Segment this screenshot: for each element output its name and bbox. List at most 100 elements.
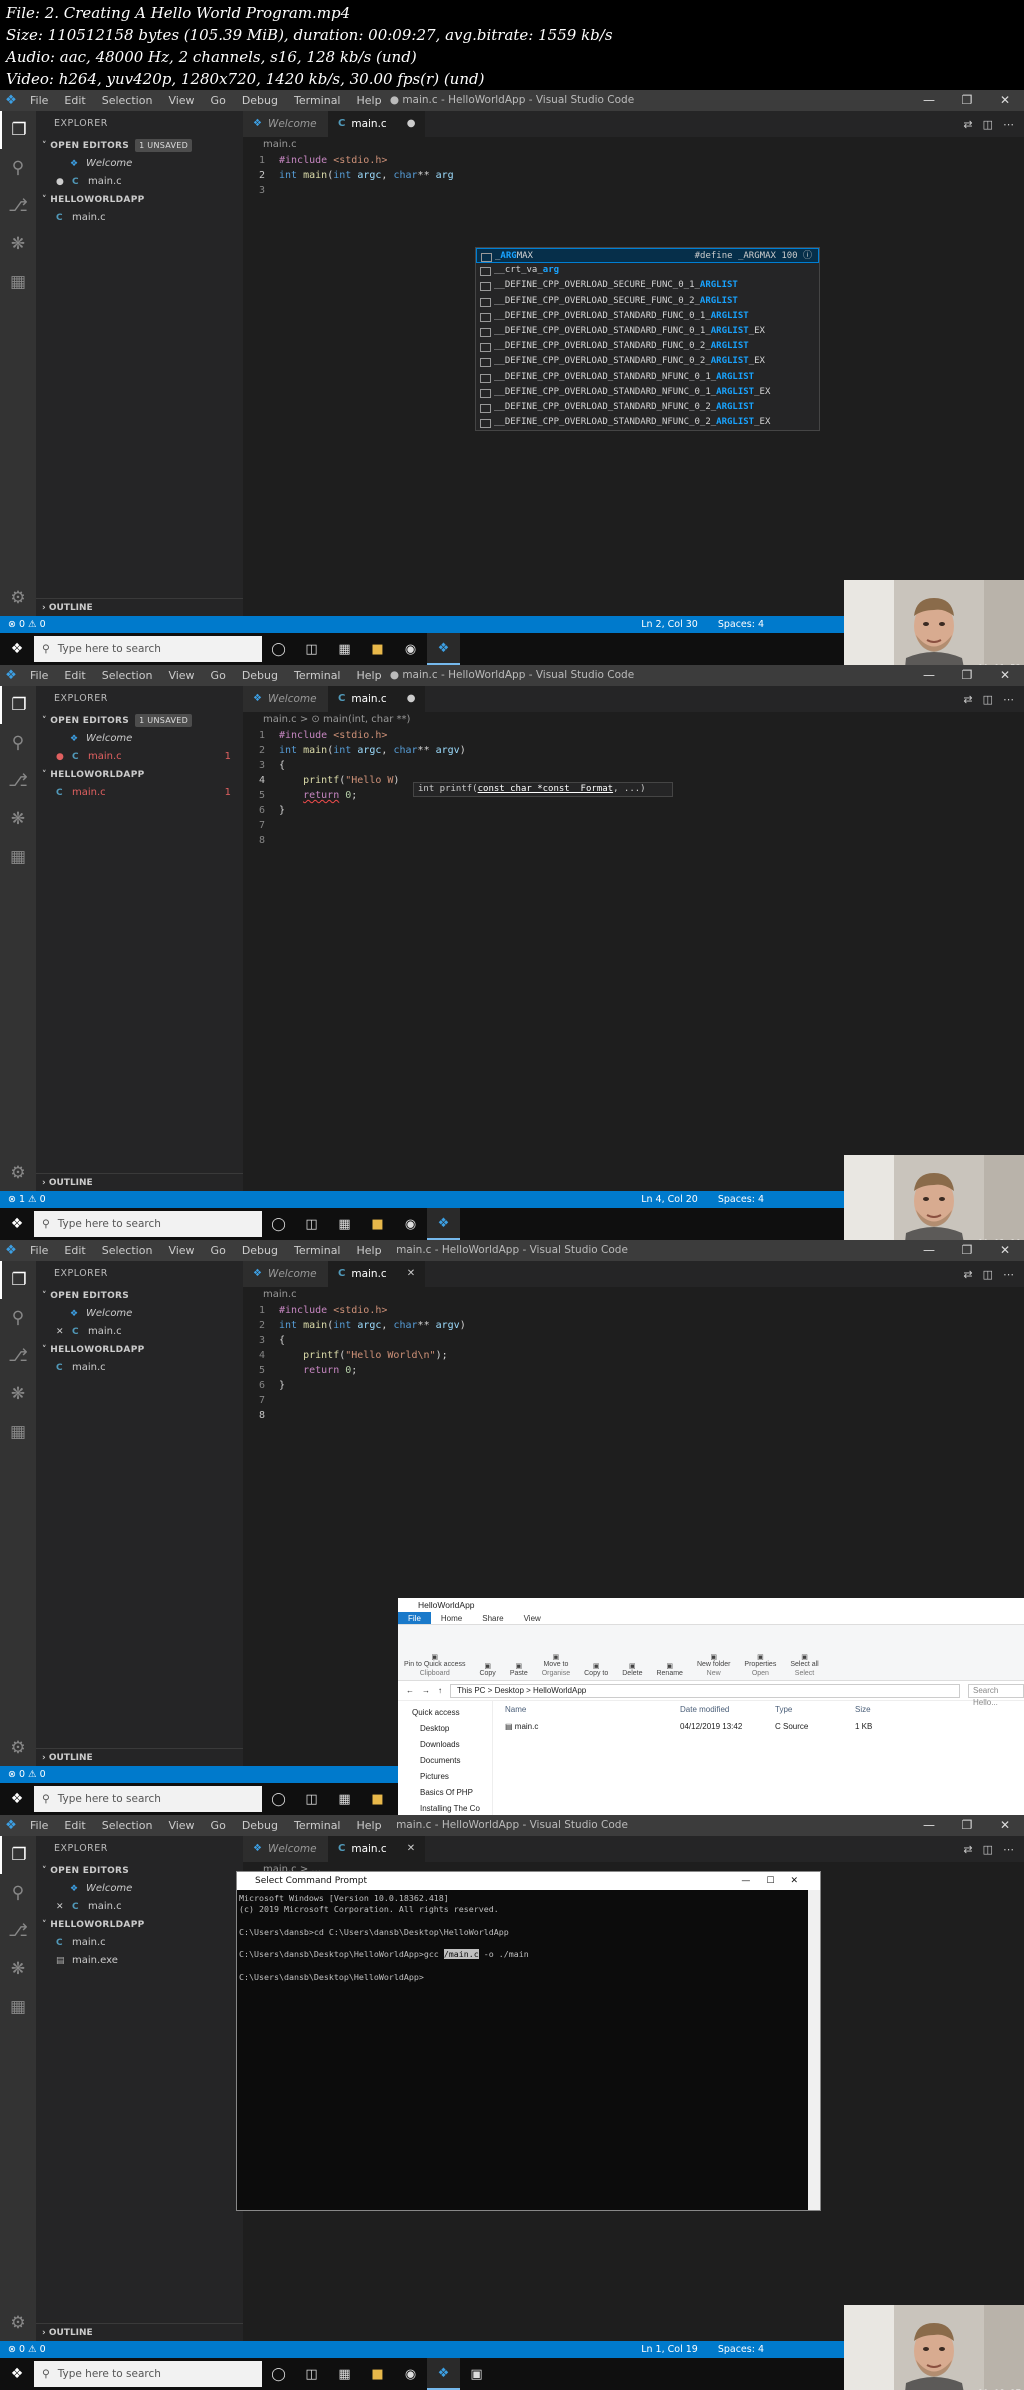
close-icon[interactable]: ✕ bbox=[986, 90, 1024, 111]
ribbon-button[interactable]: ▣ Paste bbox=[510, 1628, 528, 1677]
files-icon[interactable]: ❐ bbox=[0, 686, 36, 724]
store-icon[interactable]: ▦ bbox=[328, 1783, 361, 1815]
code-line[interactable]: 1 #include <stdio.h> bbox=[243, 728, 1024, 743]
autocomplete-item[interactable]: __DEFINE_CPP_OVERLOAD_STANDARD_NFUNC_0_1… bbox=[476, 370, 819, 385]
indentation-status[interactable]: Spaces: 4 bbox=[718, 1191, 764, 1208]
tab-welcome[interactable]: ❖ Welcome bbox=[243, 1261, 328, 1287]
tab-welcome[interactable]: ❖ Welcome bbox=[243, 111, 328, 137]
restore-icon[interactable]: ❐ bbox=[948, 1815, 986, 1836]
debug-icon[interactable]: ❋ bbox=[0, 1375, 36, 1413]
source-control-icon[interactable]: ⎇ bbox=[0, 1337, 36, 1375]
ribbon-button[interactable]: ▣ Move to Organise bbox=[542, 1628, 570, 1677]
menu-item-help[interactable]: Help bbox=[349, 90, 390, 111]
split-editor-icon[interactable]: ◫ bbox=[983, 1843, 993, 1856]
vscode-taskbar-icon[interactable]: ❖ bbox=[427, 1208, 460, 1240]
code-line[interactable]: 6} bbox=[243, 803, 1024, 818]
open-editor-welcome[interactable]: ❖ Welcome bbox=[36, 730, 243, 748]
outline-section[interactable]: › OUTLINE bbox=[36, 2323, 243, 2341]
outline-section[interactable]: › OUTLINE bbox=[36, 1748, 243, 1766]
source-control-icon[interactable]: ⎇ bbox=[0, 762, 36, 800]
menu-item-help[interactable]: Help bbox=[349, 1240, 390, 1261]
search-icon[interactable]: ⚲ bbox=[0, 1874, 36, 1912]
menu-item-view[interactable]: View bbox=[160, 665, 202, 686]
more-actions-icon[interactable]: ⋯ bbox=[1003, 1268, 1014, 1281]
gear-icon[interactable]: ⚙ bbox=[0, 1163, 36, 1183]
extensions-icon[interactable]: ▦ bbox=[0, 263, 36, 301]
close-icon[interactable]: ✕ bbox=[986, 1815, 1024, 1836]
gear-icon[interactable]: ⚙ bbox=[0, 588, 36, 608]
breadcrumb[interactable]: main.c bbox=[243, 137, 1024, 153]
windows-start-icon[interactable]: ❖ bbox=[0, 1208, 34, 1240]
tab-main-c[interactable]: Cmain.c ✕ bbox=[328, 1836, 426, 1862]
folder-icon[interactable]: ■ bbox=[361, 633, 394, 665]
menu-item-file[interactable]: File bbox=[22, 1240, 56, 1261]
tab-close-icon[interactable]: ● bbox=[407, 686, 416, 712]
menu-item-go[interactable]: Go bbox=[203, 665, 234, 686]
open-editors-section[interactable]: ˅ OPEN EDITORS 1 UNSAVED bbox=[36, 137, 243, 155]
store-icon[interactable]: ▦ bbox=[328, 2358, 361, 2390]
ribbon-button[interactable]: ▣ Pin to Quick access Clipboard bbox=[404, 1628, 465, 1677]
code-line[interactable]: 3{ bbox=[243, 758, 1024, 773]
nav-item[interactable]: Quick access bbox=[398, 1705, 492, 1721]
code-line[interactable]: 2 int main(int argc, char** arg bbox=[243, 168, 1024, 183]
compare-icon[interactable]: ⇄ bbox=[963, 1268, 972, 1281]
open-editor-welcome[interactable]: ❖ Welcome bbox=[36, 1880, 243, 1898]
nav-item[interactable]: Pictures bbox=[398, 1769, 492, 1785]
menu-item-debug[interactable]: Debug bbox=[234, 90, 286, 111]
folder-icon[interactable]: ■ bbox=[361, 2358, 394, 2390]
autocomplete-item[interactable]: __crt_va_arg bbox=[476, 263, 819, 278]
autocomplete-item[interactable]: __DEFINE_CPP_OVERLOAD_STANDARD_FUNC_0_1_… bbox=[476, 309, 819, 324]
cmd-window-controls[interactable]: —☐✕ bbox=[741, 1872, 814, 1890]
indentation-status[interactable]: Spaces: 4 bbox=[718, 2341, 764, 2358]
autocomplete-item[interactable]: __DEFINE_CPP_OVERLOAD_STANDARD_FUNC_0_2_… bbox=[476, 354, 819, 369]
nav-item[interactable]: Desktop bbox=[398, 1721, 492, 1737]
code-line[interactable]: 7 bbox=[243, 1393, 1024, 1408]
code-line[interactable]: 2 int main(int argc, char** argv) bbox=[243, 743, 1024, 758]
ribbon-button[interactable]: ▣ Select all Select bbox=[790, 1628, 818, 1677]
code-line[interactable]: 6} bbox=[243, 1378, 1024, 1393]
tab-main-c[interactable]: Cmain.c ✕ bbox=[328, 1261, 426, 1287]
tab-close-icon[interactable]: ✕ bbox=[407, 1836, 415, 1862]
column-header[interactable]: Type bbox=[775, 1705, 855, 1719]
files-icon[interactable]: ❐ bbox=[0, 1836, 36, 1874]
chrome-icon[interactable]: ◉ bbox=[394, 1208, 427, 1240]
debug-icon[interactable]: ❋ bbox=[0, 800, 36, 838]
menu-item-go[interactable]: Go bbox=[203, 90, 234, 111]
compare-icon[interactable]: ⇄ bbox=[963, 693, 972, 706]
menu-item-file[interactable]: File bbox=[22, 1815, 56, 1836]
cortana-icon[interactable]: ◯ bbox=[262, 2358, 295, 2390]
open-editors-section[interactable]: ˅ OPEN EDITORS bbox=[36, 1287, 243, 1305]
autocomplete-item[interactable]: __DEFINE_CPP_OVERLOAD_STANDARD_FUNC_0_1_… bbox=[476, 324, 819, 339]
back-arrow-icon[interactable]: ← bbox=[406, 1686, 414, 1695]
windows-start-icon[interactable]: ❖ bbox=[0, 1783, 34, 1815]
address-input[interactable]: This PC > Desktop > HelloWorldApp bbox=[450, 1683, 960, 1698]
task-view-icon[interactable]: ◫ bbox=[295, 2358, 328, 2390]
nav-item[interactable]: Basics Of PHP bbox=[398, 1785, 492, 1801]
menu-item-file[interactable]: File bbox=[22, 90, 56, 111]
debug-icon[interactable]: ❋ bbox=[0, 1950, 36, 1988]
autocomplete-item[interactable]: __DEFINE_CPP_OVERLOAD_SECURE_FUNC_0_1_AR… bbox=[476, 278, 819, 293]
ribbon-button[interactable]: ▣ New folder New bbox=[697, 1628, 730, 1677]
menu-item-terminal[interactable]: Terminal bbox=[286, 1815, 349, 1836]
more-actions-icon[interactable]: ⋯ bbox=[1003, 1843, 1014, 1856]
minimize-icon[interactable]: — bbox=[910, 90, 948, 111]
code-lines[interactable]: 1 #include <stdio.h> 2 int main(int argc, c… bbox=[243, 153, 1024, 198]
ribbon-button[interactable]: ▣ Copy bbox=[479, 1628, 495, 1677]
taskbar-search[interactable]: ⚲ Type here to search bbox=[34, 1211, 262, 1237]
ribbon-button[interactable]: ▣ Properties Open bbox=[744, 1628, 776, 1677]
menu-item-debug[interactable]: Debug bbox=[234, 1240, 286, 1261]
store-icon[interactable]: ▦ bbox=[328, 1208, 361, 1240]
code-line[interactable]: 1 #include <stdio.h> bbox=[243, 1303, 1024, 1318]
extensions-icon[interactable]: ▦ bbox=[0, 1413, 36, 1451]
chrome-icon[interactable]: ◉ bbox=[394, 633, 427, 665]
folder-section[interactable]: ˅ HELLOWORLDAPP bbox=[36, 1916, 243, 1934]
more-actions-icon[interactable]: ⋯ bbox=[1003, 118, 1014, 131]
nav-item[interactable]: Downloads bbox=[398, 1737, 492, 1753]
autocomplete-item[interactable]: __DEFINE_CPP_OVERLOAD_STANDARD_NFUNC_0_2… bbox=[476, 415, 819, 430]
gear-icon[interactable]: ⚙ bbox=[0, 1738, 36, 1758]
autocomplete-item[interactable]: __DEFINE_CPP_OVERLOAD_STANDARD_NFUNC_0_1… bbox=[476, 385, 819, 400]
code-lines[interactable]: 1 #include <stdio.h> 2 int main(int argc, c… bbox=[243, 1303, 1024, 1423]
autocomplete-list[interactable]: _ARGMAX #define _ARGMAX 100 ⓘ __crt_va_arg… bbox=[475, 247, 820, 432]
breadcrumb[interactable]: main.c > ⊙ main(int, char **) bbox=[243, 712, 1024, 728]
tab-main-c[interactable]: Cmain.c ● bbox=[328, 111, 426, 137]
